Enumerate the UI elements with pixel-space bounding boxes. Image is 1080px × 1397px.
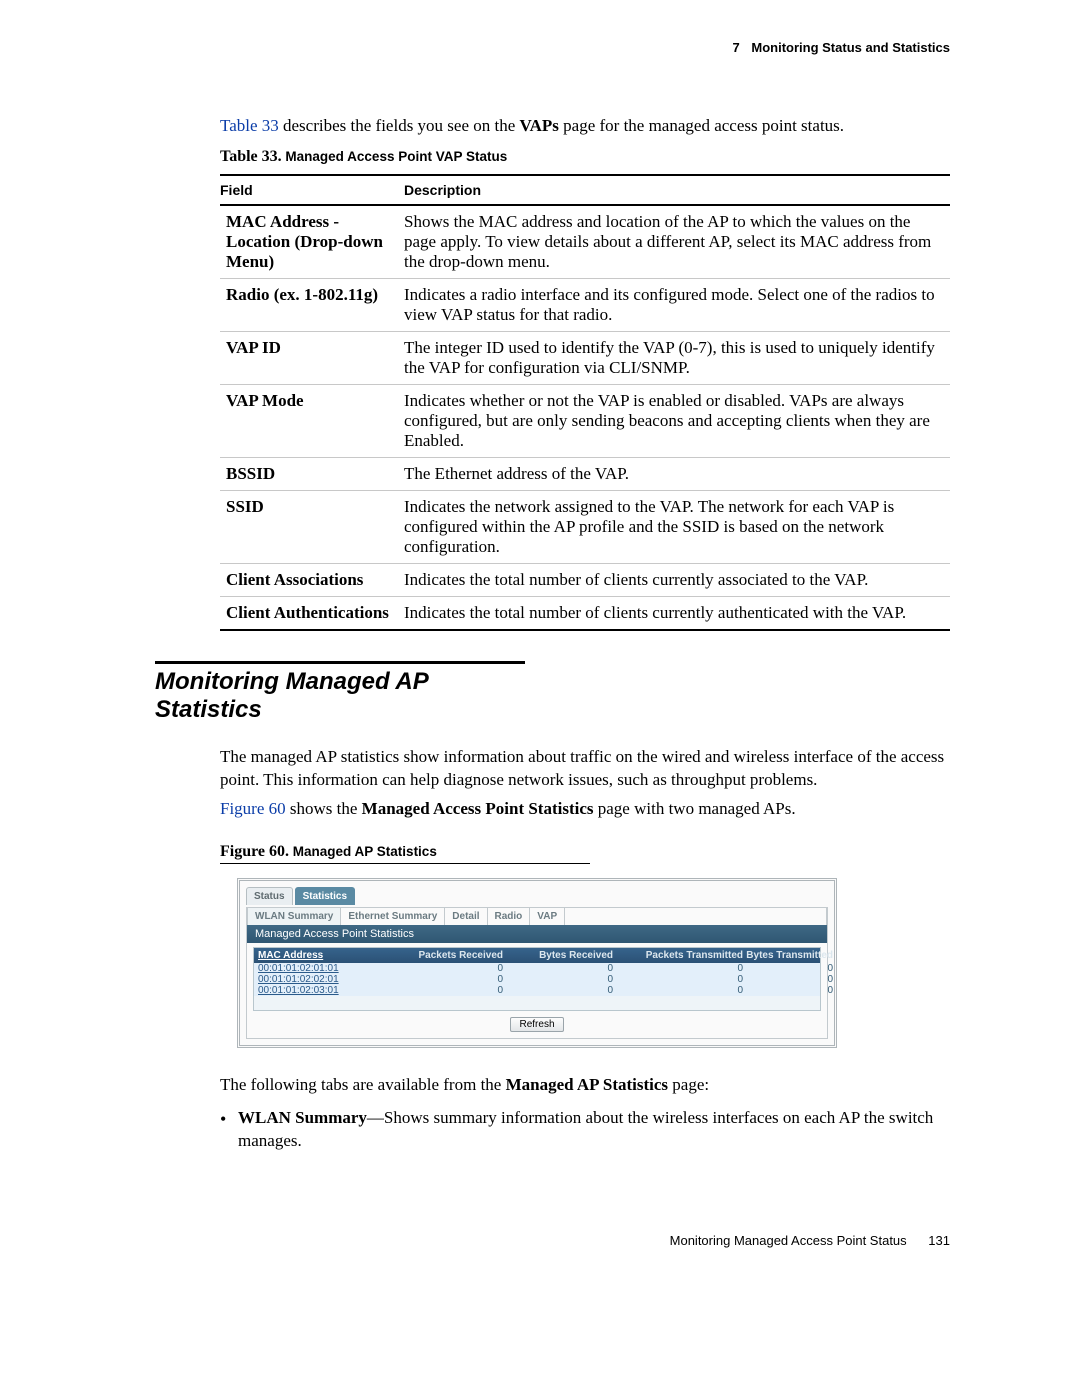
table-row: 00:01:01:02:02:01 0 0 0 0 [254, 974, 820, 985]
table-row: SSIDIndicates the network assigned to th… [220, 490, 950, 563]
table-33: Field Description MAC Address - Location… [220, 174, 950, 631]
table-row: BSSIDThe Ethernet address of the VAP. [220, 457, 950, 490]
figure-60-caption: Figure 60. Managed AP Statistics [220, 844, 437, 859]
table-33-link[interactable]: Table 33 [220, 116, 279, 135]
chapter-header: 7 Monitoring Status and Statistics [155, 40, 950, 55]
page-number: 131 [928, 1233, 950, 1248]
subtab-wlan-summary[interactable]: WLAN Summary [248, 908, 341, 925]
col-bytes-received: Bytes Received [503, 950, 613, 961]
figure-intro: Figure 60 shows the Managed Access Point… [220, 798, 950, 821]
table-row: 00:01:01:02:03:01 0 0 0 0 [254, 985, 820, 996]
col-packets-transmitted: Packets Transmitted [613, 950, 743, 961]
table-row: VAP ModeIndicates whether or not the VAP… [220, 384, 950, 457]
subtab-detail[interactable]: Detail [445, 908, 487, 925]
panel-title: Managed Access Point Statistics [247, 925, 827, 943]
page-footer: Monitoring Managed Access Point Status 1… [155, 1233, 950, 1248]
stats-table: MAC Address Packets Received Bytes Recei… [253, 947, 821, 1011]
refresh-button[interactable]: Refresh [510, 1017, 563, 1032]
table-row: 00:01:01:02:01:01 0 0 0 0 [254, 963, 820, 974]
footer-text: Monitoring Managed Access Point Status [670, 1233, 907, 1248]
section-heading: Monitoring Managed AP Statistics [155, 661, 525, 724]
table-filler [254, 996, 820, 1010]
col-description: Description [404, 175, 950, 205]
chapter-number: 7 [733, 40, 740, 55]
col-bytes-transmitted: Bytes Transmitted [743, 950, 833, 961]
figure-60-screenshot: Status Statistics WLAN Summary Ethernet … [237, 878, 837, 1048]
table-row: MAC Address - Location (Drop-down Menu)S… [220, 205, 950, 279]
mac-link[interactable]: 00:01:01:02:03:01 [258, 985, 393, 996]
section-paragraph: The managed AP statistics show informati… [220, 746, 950, 792]
subtab-vap[interactable]: VAP [530, 908, 565, 925]
intro-paragraph: Table 33 describes the fields you see on… [220, 115, 950, 138]
after-figure-paragraph: The following tabs are available from th… [220, 1074, 950, 1097]
col-field: Field [220, 175, 404, 205]
table-33-caption: Table 33. Managed Access Point VAP Statu… [220, 148, 950, 166]
tab-status[interactable]: Status [246, 887, 293, 905]
subtab-ethernet-summary[interactable]: Ethernet Summary [341, 908, 445, 925]
mac-link[interactable]: 00:01:01:02:01:01 [258, 963, 393, 974]
table-row: Client AuthenticationsIndicates the tota… [220, 596, 950, 630]
col-packets-received: Packets Received [393, 950, 503, 961]
subtab-radio[interactable]: Radio [488, 908, 531, 925]
col-mac-address[interactable]: MAC Address [258, 950, 393, 961]
table-row: Radio (ex. 1-802.11g)Indicates a radio i… [220, 278, 950, 331]
list-item: WLAN Summary—Shows summary information a… [220, 1107, 950, 1153]
tab-statistics[interactable]: Statistics [295, 887, 355, 905]
chapter-title: Monitoring Status and Statistics [751, 40, 950, 55]
mac-link[interactable]: 00:01:01:02:02:01 [258, 974, 393, 985]
figure-60-link[interactable]: Figure 60 [220, 799, 286, 818]
table-row: Client AssociationsIndicates the total n… [220, 563, 950, 596]
table-row: VAP IDThe integer ID used to identify th… [220, 331, 950, 384]
